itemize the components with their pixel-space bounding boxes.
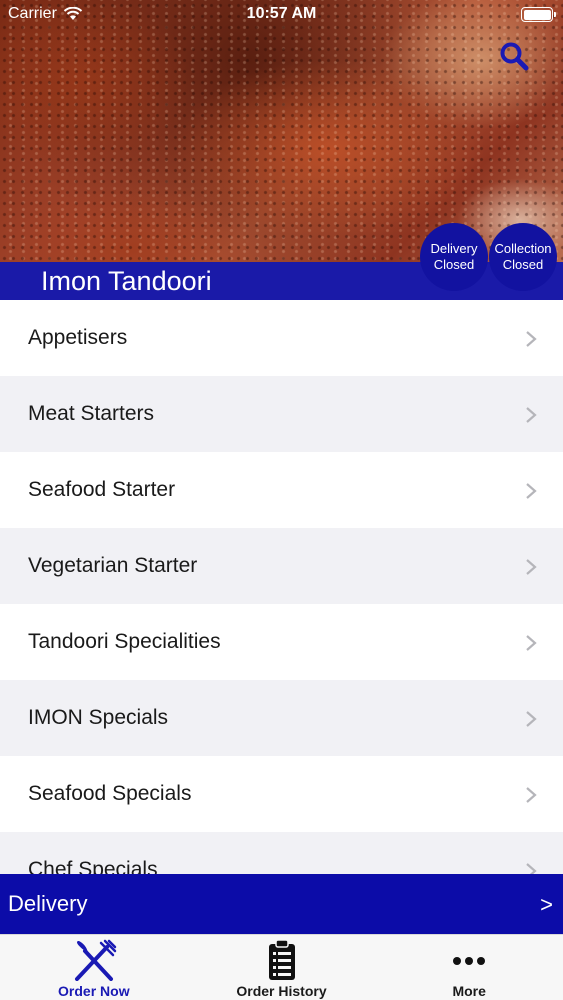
search-icon[interactable]: [498, 40, 532, 74]
menu-item-label: Tandoori Specialities: [28, 630, 221, 653]
collection-status-line1: Collection: [494, 241, 552, 256]
chevron-right-icon: [526, 711, 537, 727]
delivery-status-line1: Delivery: [430, 241, 478, 256]
chevron-right-icon: [526, 787, 537, 803]
chevron-right-icon: >: [540, 892, 553, 917]
battery-icon: [521, 7, 556, 22]
menu-item-label: Vegetarian Starter: [28, 554, 198, 577]
menu-item-vegetarian-starter[interactable]: Vegetarian Starter: [0, 528, 563, 604]
tab-label: Order Now: [58, 983, 130, 999]
chevron-right-icon: [526, 331, 537, 347]
tab-more[interactable]: More: [375, 935, 563, 1000]
delivery-status-badge[interactable]: Delivery Closed: [420, 223, 488, 291]
tab-label: More: [452, 983, 486, 999]
tab-order-now[interactable]: Order Now: [0, 935, 188, 1000]
collection-status-badge[interactable]: Collection Closed: [489, 223, 557, 291]
menu-item-label: Appetisers: [28, 326, 128, 349]
status-time: 10:57 AM: [246, 5, 317, 22]
more-dots-icon: [453, 957, 486, 965]
menu-item-seafood-starter[interactable]: Seafood Starter: [0, 452, 563, 528]
menu-item-imon-specials[interactable]: IMON Specials: [0, 680, 563, 756]
menu-item-label: Seafood Starter: [28, 478, 176, 501]
menu-item-tandoori-specialities[interactable]: Tandoori Specialities: [0, 604, 563, 680]
menu-item-meat-starters[interactable]: Meat Starters: [0, 376, 563, 452]
menu-item-seafood-specials[interactable]: Seafood Specials: [0, 756, 563, 832]
chevron-right-icon: [526, 559, 537, 575]
menu-item-label: Meat Starters: [28, 402, 155, 425]
menu-item-appetisers[interactable]: Appetisers: [0, 300, 563, 376]
menu-category-list[interactable]: Appetisers Meat Starters Seafood Starter…: [0, 300, 563, 874]
tab-order-history[interactable]: Order History: [188, 935, 376, 1000]
chevron-right-icon: [526, 483, 537, 499]
fork-knife-icon: [74, 939, 117, 981]
menu-item-label: IMON Specials: [28, 706, 169, 729]
menu-item-label: Chef Specials: [28, 858, 158, 874]
collection-status-line2: Closed: [502, 257, 544, 272]
clipboard-list-icon: [268, 939, 295, 980]
tab-label: Order History: [236, 983, 327, 999]
chevron-right-icon: [526, 635, 537, 651]
delivery-mode-label: Delivery: [8, 891, 88, 916]
restaurant-name: Imon Tandoori: [41, 266, 212, 296]
menu-item-label: Seafood Specials: [28, 782, 192, 805]
status-bar: Carrier 10:57 AM: [0, 0, 563, 30]
delivery-mode-bar[interactable]: Delivery >: [0, 874, 563, 934]
chevron-right-icon: [526, 407, 537, 423]
delivery-status-line2: Closed: [433, 257, 475, 272]
menu-item-chef-specials[interactable]: Chef Specials: [0, 832, 563, 874]
chevron-right-icon: [526, 863, 537, 874]
tab-bar: Order Now Order History More: [0, 934, 563, 1000]
